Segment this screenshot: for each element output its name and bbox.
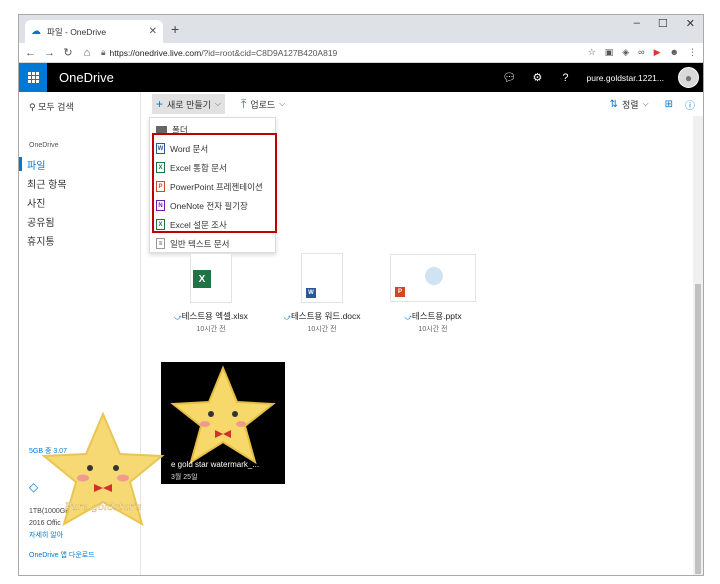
url-host: https://onedrive.live.com	[109, 47, 202, 58]
sort-button[interactable]: ⇅ 정렬 ⌵	[606, 95, 653, 114]
file-modified: 10시간 전	[307, 326, 337, 333]
upload-icon: ⤒	[241, 96, 247, 111]
tab-title: 파일 - OneDrive	[47, 26, 107, 37]
file-name: 테스트용 워드.docx	[290, 311, 361, 321]
menu-icon[interactable]: ⋮	[688, 47, 697, 58]
file-thumbnail: X	[167, 253, 255, 303]
file-tile[interactable]: X ⤻테스트용 엑셀.xlsx 10시간 전	[167, 253, 255, 334]
file-thumbnail: P	[389, 253, 477, 303]
sidebar-item-photos[interactable]: 사진	[27, 195, 67, 210]
sync-icon: ⤻	[404, 314, 412, 321]
file-name-row: ⤻테스트용 워드.docx	[278, 310, 366, 322]
chat-icon[interactable]: 💬︎	[502, 71, 517, 84]
new-button[interactable]: + 새로 만들기 ⌵	[152, 94, 225, 114]
sync-icon: ⤻	[174, 314, 182, 321]
file-modified: 10시간 전	[196, 326, 226, 333]
sync-icon: ⤻	[283, 314, 291, 321]
window-controls: – ☐ ✕	[634, 17, 695, 30]
chevron-down-icon: ⌵	[214, 99, 221, 108]
file-tile[interactable]: W ⤻테스트용 워드.docx 10시간 전	[278, 253, 366, 334]
file-tile[interactable]: P ⤻테스트용.pptx 10시간 전	[389, 253, 477, 334]
excel-file-icon: X	[193, 270, 211, 288]
file-name-row: ⤻테스트용.pptx	[389, 310, 477, 322]
file-name: 테스트용 엑셀.xlsx	[181, 311, 248, 321]
photo-name: e gold star watermark_...	[171, 460, 260, 469]
watermark-text: Pure goldstar's	[64, 502, 142, 513]
file-thumbnail: W	[278, 253, 366, 303]
scrollbar-thumb[interactable]	[695, 284, 701, 574]
sort-icon: ⇅	[609, 98, 618, 110]
lock-icon: 🔒︎	[101, 47, 106, 57]
close-tab-icon[interactable]: ✕	[149, 26, 157, 37]
grid-view-icon[interactable]: ⊞	[665, 99, 673, 110]
upload-label: 업로드	[250, 99, 276, 110]
premium-diamond-icon: ◇	[29, 480, 39, 494]
search-label: 모두 검색	[38, 102, 74, 112]
browser-tab[interactable]: ☁ 파일 - OneDrive ✕	[25, 20, 163, 43]
scrollbar[interactable]	[693, 116, 703, 575]
gear-icon[interactable]: ⚙	[530, 71, 544, 84]
highlight-box	[152, 133, 277, 233]
url-field[interactable]: 🔒︎ https://onedrive.live.com/?id=root&ci…	[101, 47, 579, 58]
bookmark-star-icon[interactable]: ☆	[588, 47, 596, 58]
view-controls: ⇅ 정렬 ⌵ ⊞ ⓘ	[606, 95, 695, 114]
onedrive-cloud-icon: ☁	[31, 26, 41, 37]
back-icon[interactable]: ←	[25, 47, 36, 59]
minimize-icon[interactable]: –	[634, 17, 640, 30]
extension-icon[interactable]: ∞	[638, 47, 644, 58]
download-app-link[interactable]: OneDrive 앱 다운로드	[29, 550, 95, 560]
sidebar-item-recent[interactable]: 최근 항목	[27, 176, 67, 191]
extension-icon[interactable]: ◈	[622, 47, 629, 58]
url-path: /?id=root&cid=C8D9A127B420A819	[201, 47, 338, 58]
new-tab-button[interactable]: +	[171, 21, 179, 37]
header-actions: 💬︎ ⚙ ? pure.goldstar.1221... ●	[502, 67, 703, 88]
text-file-icon: ≡	[156, 238, 165, 249]
watermark-star-image: Pure goldstar's World ...	[41, 411, 165, 527]
close-window-icon[interactable]: ✕	[686, 17, 695, 30]
onedrive-header: OneDrive 💬︎ ⚙ ? pure.goldstar.1221... ●	[19, 63, 703, 92]
photo-tile[interactable]: e gold star watermark_... 3월 25일	[161, 362, 285, 484]
sidebar-item-files[interactable]: 파일	[27, 157, 67, 172]
profile-icon[interactable]: ☻	[670, 47, 679, 58]
watermark-subtext: World ...	[88, 516, 118, 524]
command-bar: + 새로 만들기 ⌵ ⤒ 업로드 ⌵ ⇅ 정렬 ⌵ ⊞ ⓘ	[142, 92, 703, 116]
sidebar-item-shared[interactable]: 공유됨	[27, 214, 67, 229]
avatar[interactable]: ●	[678, 67, 699, 88]
info-icon[interactable]: ⓘ	[685, 97, 695, 112]
chevron-down-icon: ⌵	[279, 99, 286, 108]
file-modified: 10시간 전	[418, 326, 448, 333]
file-name: 테스트용.pptx	[411, 311, 462, 321]
menu-item-text[interactable]: ≡ 일반 텍스트 문서	[150, 234, 275, 253]
browser-toolbar: ☆ ▣ ◈ ∞ ▶ ☻ ⋮	[588, 47, 697, 58]
address-bar: ← → ↻ ⌂ 🔒︎ https://onedrive.live.com/?id…	[19, 43, 703, 63]
user-name[interactable]: pure.goldstar.1221...	[586, 73, 664, 83]
menu-item-label: 일반 텍스트 문서	[170, 238, 230, 249]
search-input[interactable]: ⚲ 모두 검색	[29, 100, 74, 113]
plus-icon: +	[156, 97, 164, 111]
tab-strip: ☁ 파일 - OneDrive ✕ + – ☐ ✕	[19, 15, 703, 43]
word-file-icon: W	[306, 288, 316, 298]
home-icon[interactable]: ⌂	[82, 47, 92, 59]
sidebar-item-recycle-bin[interactable]: 휴지통	[27, 233, 67, 248]
file-name-row: ⤻테스트용 엑셀.xlsx	[167, 310, 255, 322]
search-icon: ⚲	[29, 102, 36, 112]
extension-icon[interactable]: ▣	[605, 47, 614, 58]
reload-icon[interactable]: ↻	[63, 46, 73, 59]
chevron-down-icon: ⌵	[642, 99, 649, 108]
extension-icon[interactable]: ▶	[654, 47, 661, 58]
photo-date: 3월 25일	[171, 474, 198, 481]
sidebar-nav: 파일 최근 항목 사진 공유됨 휴지통	[27, 157, 67, 248]
brand-title[interactable]: OneDrive	[59, 70, 114, 85]
help-icon[interactable]: ?	[558, 72, 572, 84]
sort-label: 정렬	[621, 99, 639, 110]
new-label: 새로 만들기	[167, 99, 211, 110]
sidebar-section-title: OneDrive	[29, 142, 59, 149]
app-launcher-icon[interactable]	[19, 63, 47, 92]
upload-button[interactable]: ⤒ 업로드 ⌵	[237, 94, 289, 115]
maximize-icon[interactable]: ☐	[658, 17, 668, 30]
powerpoint-file-icon: P	[395, 287, 405, 297]
slide-preview-icon	[425, 267, 443, 285]
forward-icon[interactable]: →	[44, 47, 55, 59]
